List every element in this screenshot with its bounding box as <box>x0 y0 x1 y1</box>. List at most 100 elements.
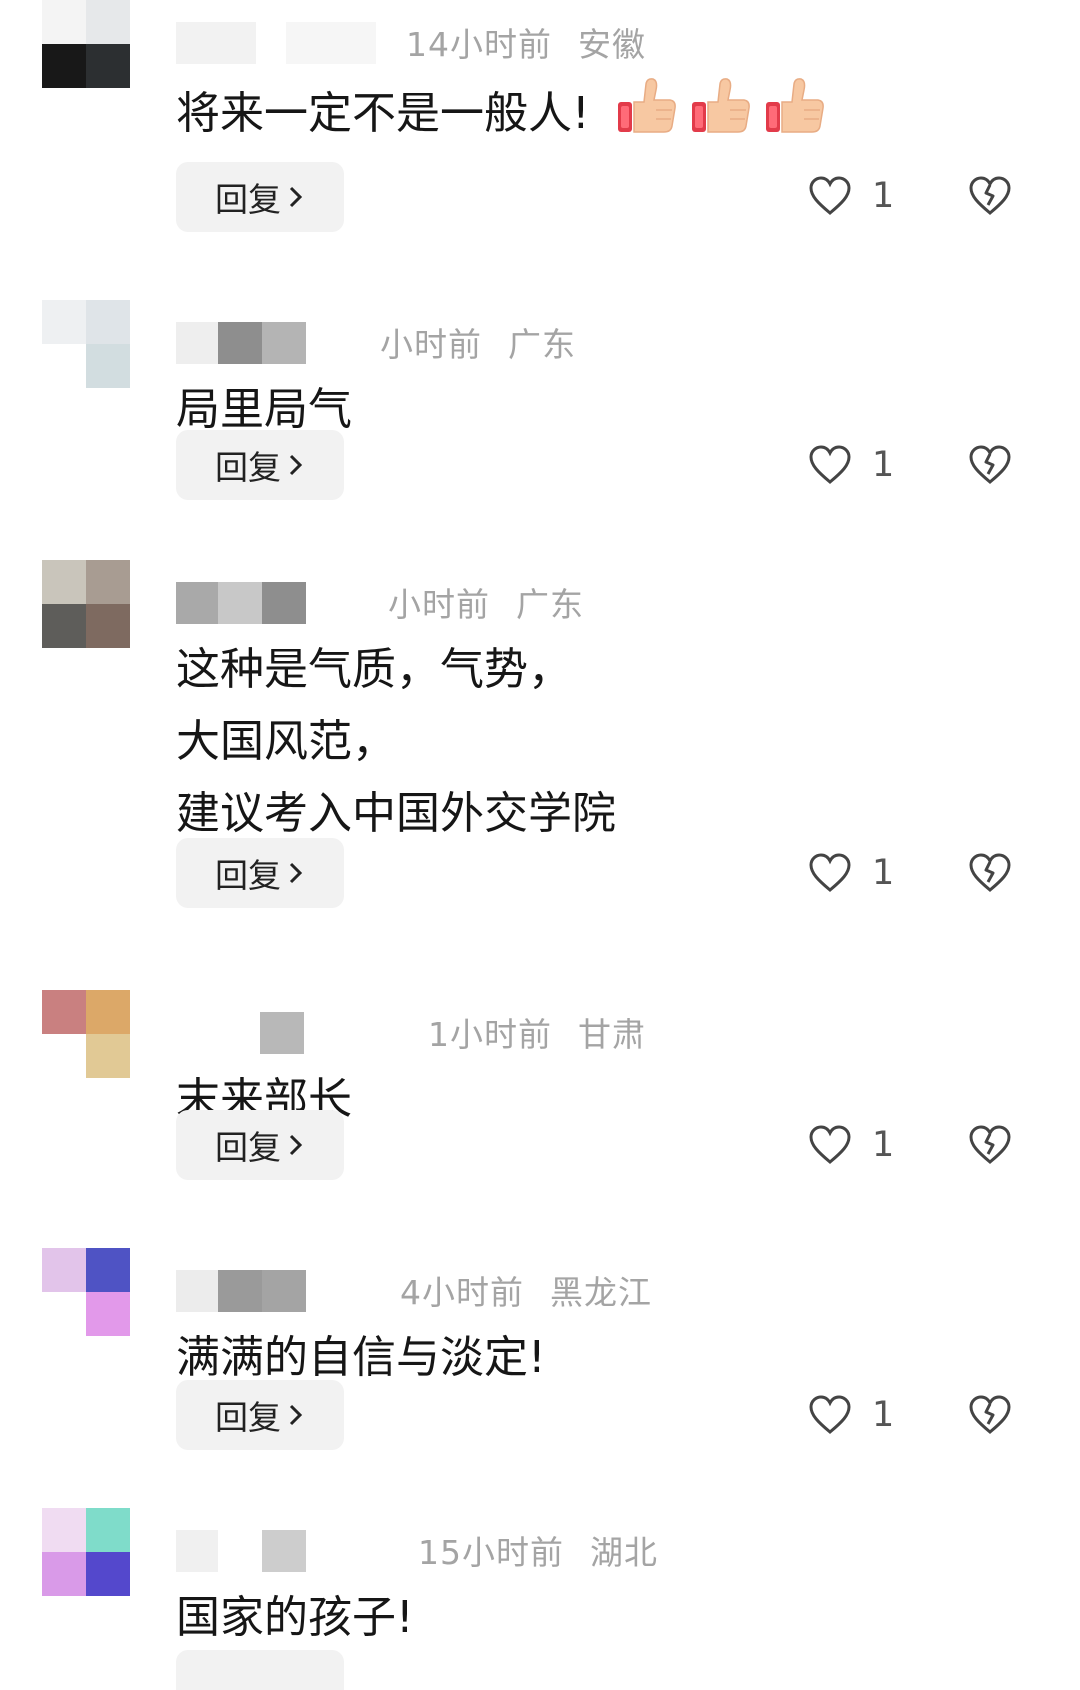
chevron-right-icon <box>289 454 303 476</box>
broken-heart-icon <box>969 853 1011 892</box>
like-button[interactable]: 1 <box>808 845 908 901</box>
comment-text: 将来一定不是一般人! <box>176 74 826 158</box>
comment-line: 将来一定不是一般人! <box>176 88 590 139</box>
comment-time: 1小时前 <box>428 1015 552 1054</box>
avatar-pixel <box>42 0 86 44</box>
comment-time: 15小时前 <box>418 1533 564 1572</box>
avatar-pixel <box>86 344 130 388</box>
reply-button[interactable]: 回复 <box>176 430 344 500</box>
avatar-pixel <box>42 1552 86 1596</box>
avatar-pixel <box>86 300 130 344</box>
like-button[interactable]: 1 <box>808 1117 908 1173</box>
username-blur-block <box>176 1270 218 1312</box>
avatar-pixel <box>86 1292 130 1336</box>
comment-line: 国家的孩子! <box>176 1592 414 1643</box>
broken-heart-icon <box>969 176 1011 215</box>
dislike-button[interactable] <box>968 168 1014 224</box>
comment-line: 这种是气质，气势， <box>176 644 572 695</box>
comment-region: 安徽 <box>578 25 646 64</box>
avatar-pixel <box>42 300 86 344</box>
username-blur-block <box>218 1270 262 1312</box>
username-blur-block <box>176 1530 218 1572</box>
comment-region: 甘肃 <box>578 1015 646 1054</box>
dislike-button[interactable] <box>968 1387 1014 1443</box>
avatar-pixel <box>42 1508 86 1552</box>
avatar-pixel <box>42 1034 86 1078</box>
broken-heart-icon <box>969 445 1011 484</box>
avatar-pixel <box>86 1034 130 1078</box>
like-count: 1 <box>872 176 895 216</box>
like-count: 1 <box>872 853 895 893</box>
username-blur-block <box>176 582 218 624</box>
comment-text: 国家的孩子! <box>176 1582 414 1654</box>
avatar-pixel <box>86 604 130 648</box>
reply-button[interactable]: 回复 <box>176 162 344 232</box>
emoji-group <box>616 74 826 158</box>
comment-time: 小时前 <box>380 325 482 364</box>
thumbs-up-icon <box>691 78 750 133</box>
thumbs-up-icon <box>765 78 824 133</box>
comment-time: 14小时前 <box>406 25 552 64</box>
dislike-button[interactable] <box>968 845 1014 901</box>
heart-outline-icon <box>809 176 851 215</box>
avatar-pixel <box>42 1248 86 1292</box>
avatar[interactable] <box>42 1248 130 1336</box>
reply-label: 回复 <box>215 1128 281 1167</box>
avatar-pixel <box>86 1508 130 1552</box>
dislike-button[interactable] <box>968 1117 1014 1173</box>
username-blur-block <box>260 1012 304 1054</box>
avatar[interactable] <box>42 990 130 1078</box>
avatar-pixel <box>86 44 130 88</box>
username-blur-block <box>286 22 376 64</box>
dislike-button[interactable] <box>968 437 1014 493</box>
chevron-right-icon <box>289 1404 303 1426</box>
heart-outline-icon <box>809 445 851 484</box>
username-blurred[interactable] <box>176 1524 376 1572</box>
comment-region: 广东 <box>508 325 576 364</box>
avatar-pixel <box>42 344 86 388</box>
comment-meta: 1小时前 甘肃 <box>428 1008 646 1056</box>
username-blurred[interactable] <box>176 316 376 364</box>
username-blurred[interactable] <box>176 16 376 64</box>
thumbs-up-icon <box>617 78 676 133</box>
username-blurred[interactable] <box>176 1264 376 1312</box>
comment-meta: 15小时前 湖北 <box>418 1526 658 1574</box>
like-button[interactable]: 1 <box>808 1387 908 1443</box>
comment-time: 4小时前 <box>400 1273 524 1312</box>
heart-outline-icon <box>809 853 851 892</box>
username-blur-block <box>262 322 306 364</box>
avatar[interactable] <box>42 560 130 648</box>
comment-meta: 4小时前 黑龙江 <box>400 1266 652 1314</box>
reply-button[interactable] <box>176 1650 344 1690</box>
avatar[interactable] <box>42 300 130 388</box>
avatar-pixel <box>86 560 130 604</box>
username-blur-block <box>176 22 256 64</box>
reply-label: 回复 <box>215 448 281 487</box>
chevron-right-icon <box>289 862 303 884</box>
avatar-pixel <box>42 44 86 88</box>
broken-heart-icon <box>969 1125 1011 1164</box>
avatar-pixel <box>86 1552 130 1596</box>
avatar-pixel <box>42 604 86 648</box>
avatar[interactable] <box>42 1508 130 1596</box>
avatar[interactable] <box>42 0 130 88</box>
reply-button[interactable]: 回复 <box>176 1380 344 1450</box>
like-button[interactable]: 1 <box>808 168 908 224</box>
avatar-pixel <box>42 1292 86 1336</box>
reply-label: 回复 <box>215 1398 281 1437</box>
reply-label: 回复 <box>215 180 281 219</box>
avatar-pixel <box>86 990 130 1034</box>
comment-meta: 小时前 广东 <box>388 578 584 626</box>
username-blurred[interactable] <box>176 1006 376 1054</box>
broken-heart-icon <box>969 1395 1011 1434</box>
comment-time: 小时前 <box>388 585 490 624</box>
reply-label: 回复 <box>215 856 281 895</box>
heart-outline-icon <box>809 1395 851 1434</box>
username-blur-block <box>262 582 306 624</box>
username-blurred[interactable] <box>176 576 376 624</box>
reply-button[interactable]: 回复 <box>176 838 344 908</box>
avatar-pixel <box>42 560 86 604</box>
reply-button[interactable]: 回复 <box>176 1110 344 1180</box>
comment-region: 黑龙江 <box>550 1273 652 1312</box>
like-button[interactable]: 1 <box>808 437 908 493</box>
